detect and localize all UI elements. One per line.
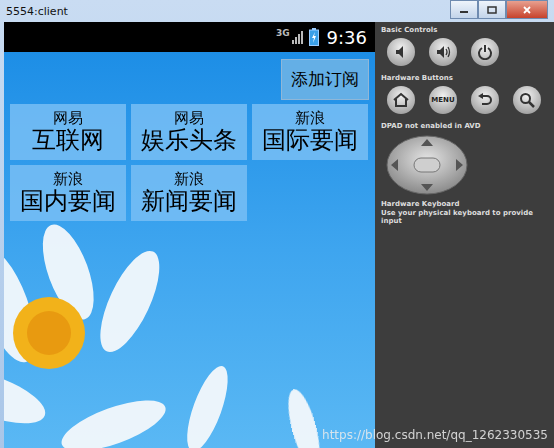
tile-source: 新浪 <box>53 170 83 188</box>
close-button[interactable] <box>506 0 548 19</box>
search-icon <box>519 92 535 108</box>
title-bar: 5554:client <box>0 0 554 22</box>
dpad-note: DPAD not enabled in AVD <box>381 122 548 130</box>
controls-panel: Basic Controls Hardware Buttons MENU DPA… <box>375 22 554 448</box>
volume-down-button[interactable] <box>387 38 415 66</box>
minimize-button[interactable] <box>450 0 478 19</box>
signal-icon <box>291 30 305 44</box>
add-subscription-button[interactable]: 添加订阅 <box>281 59 369 100</box>
tile-source: 新浪 <box>295 109 325 127</box>
subscription-tile[interactable]: 新浪 国内要闻 <box>10 165 126 221</box>
tile-source: 网易 <box>174 109 204 127</box>
home-icon <box>393 92 409 108</box>
watermark: https://blog.csdn.net/qq_1262330535 <box>322 428 548 442</box>
tile-name: 国际要闻 <box>262 127 358 155</box>
subscription-tile[interactable]: 网易 互联网 <box>10 104 126 160</box>
home-screen: 添加订阅 网易 互联网网易 娱乐头条新浪 国际要闻新浪 国内要闻新浪 新闻要闻 <box>4 52 375 448</box>
menu-label: MENU <box>431 96 454 104</box>
dpad-icon[interactable] <box>385 134 469 196</box>
basic-controls-label: Basic Controls <box>381 26 548 34</box>
window-title: 5554:client <box>6 5 68 18</box>
wallpaper-photo <box>4 208 375 448</box>
power-icon <box>477 44 493 60</box>
minimize-icon <box>459 6 469 14</box>
tile-name: 国内要闻 <box>20 188 116 216</box>
subscription-tile[interactable]: 网易 娱乐头条 <box>131 104 247 160</box>
home-button[interactable] <box>387 86 415 114</box>
search-button[interactable] <box>513 86 541 114</box>
status-bar: 3G 9:36 <box>4 22 375 52</box>
clock: 9:36 <box>327 27 367 48</box>
tile-name: 新闻要闻 <box>141 188 237 216</box>
back-icon <box>477 92 493 108</box>
volume-up-icon <box>435 44 451 60</box>
emulator-window: 5554:client 3G 9:36 添加订阅 网易 互联网网易 娱乐头条新浪… <box>0 0 554 448</box>
hardware-buttons-label: Hardware Buttons <box>381 74 548 82</box>
keyboard-label: Hardware Keyboard <box>381 200 548 208</box>
close-icon <box>522 6 532 14</box>
tile-source: 新浪 <box>174 170 204 188</box>
subscription-tile[interactable]: 新浪 国际要闻 <box>252 104 368 160</box>
subscription-tile[interactable]: 新浪 新闻要闻 <box>131 165 247 221</box>
tile-name: 娱乐头条 <box>141 127 237 155</box>
volume-down-icon <box>393 44 409 60</box>
subscription-grid: 网易 互联网网易 娱乐头条新浪 国际要闻新浪 国内要闻新浪 新闻要闻 <box>4 104 375 221</box>
menu-button[interactable]: MENU <box>429 86 457 114</box>
tile-name: 互联网 <box>32 127 104 155</box>
tile-source: 网易 <box>53 109 83 127</box>
back-button[interactable] <box>471 86 499 114</box>
maximize-button[interactable] <box>478 0 506 19</box>
network-label: 3G <box>276 28 290 38</box>
volume-up-button[interactable] <box>429 38 457 66</box>
maximize-icon <box>487 6 497 14</box>
keyboard-note: Use your physical keyboard to provide in… <box>381 209 548 225</box>
battery-icon <box>309 28 319 46</box>
phone-screen: 3G 9:36 添加订阅 网易 互联网网易 娱乐头条新浪 国际要闻新浪 国内要闻… <box>4 22 375 448</box>
power-button[interactable] <box>471 38 499 66</box>
